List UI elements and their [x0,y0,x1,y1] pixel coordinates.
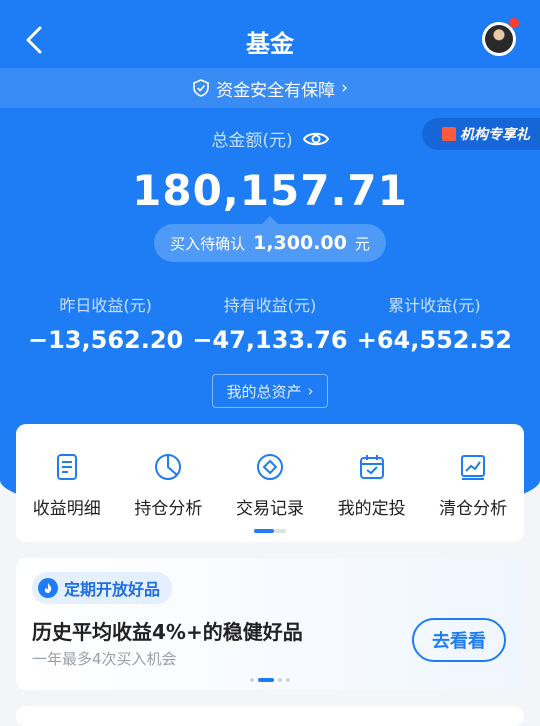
featured-card[interactable]: 定期开放好品 历史平均收益4%+的稳健好品 一年最多4次买入机会 去看看 [16,558,524,690]
view-button[interactable]: 去看看 [412,618,506,662]
nav-item-label: 清仓分析 [439,499,508,519]
pie-chart-icon [155,454,182,480]
stat-cumulative[interactable]: 累计收益(元) +64,552.52 [357,292,512,354]
document-icon [56,454,77,480]
promo-badge[interactable]: 机构专享礼 [422,118,540,150]
stat-value: −13,562.20 [28,326,184,354]
stat-label: 持有收益(元) [223,296,317,315]
nav-item-holding-analysis[interactable]: 持仓分析 [118,452,218,519]
pending-amount: 1,300.00 [253,232,347,254]
stat-yesterday[interactable]: 昨日收益(元) −13,562.20 [28,292,183,354]
earnings-stats: 昨日收益(元) −13,562.20 持有收益(元) −47,133.76 累计… [0,292,540,354]
featured-subtext: 一年最多4次买入机会 [32,650,177,668]
quick-nav-card: 收益明细 持仓分析 交易记录 我的定投 清仓分析 [16,424,524,542]
chevron-right-icon: › [307,382,314,400]
nav-item-auto-invest[interactable]: 我的定投 [322,452,422,519]
nav-item-label: 交易记录 [235,499,304,519]
nav-page-indicator [254,529,286,533]
pending-pointer [262,216,278,224]
total-assets-button[interactable]: 我的总资产 › [212,374,328,408]
chevron-right-icon: › [341,78,348,98]
safety-banner[interactable]: 资金安全有保障 › [0,68,540,108]
stat-value: +64,552.52 [356,326,512,354]
nav-item-label: 我的定投 [337,499,406,519]
pending-unit: 元 [354,234,370,253]
stat-label: 昨日收益(元) [59,296,152,315]
featured-tag: 定期开放好品 [32,572,173,604]
promo-badge-text: 机构专享礼 [460,127,530,143]
featured-tag-text: 定期开放好品 [64,580,161,599]
diamond-icon [256,454,283,480]
total-amount: 180,157.71 [132,166,408,215]
nav-item-label: 收益明细 [32,499,101,519]
stat-holding[interactable]: 持有收益(元) −47,133.76 [192,292,347,354]
total-label: 总金额(元) [211,131,293,151]
next-card-peek [16,706,524,726]
stat-label: 累计收益(元) [388,296,481,315]
stat-value: −47,133.76 [192,326,348,354]
page-title: 基金 [246,30,294,58]
pending-confirm-pill[interactable]: 买入待确认 1,300.00 元 [154,224,386,262]
trend-chart-icon [461,455,486,480]
pending-label: 买入待确认 [170,234,246,253]
nav-item-clearance-analysis[interactable]: 清仓分析 [423,452,523,519]
flame-icon [38,578,58,598]
featured-page-indicator [250,678,290,682]
nav-item-earnings-detail[interactable]: 收益明细 [17,452,117,519]
nav-item-label: 持仓分析 [134,499,203,519]
calendar-check-icon [359,455,384,479]
notification-dot [509,18,519,28]
total-assets-label: 我的总资产 [226,382,302,401]
safety-text: 资金安全有保障 [216,80,336,101]
featured-headline: 历史平均收益4%+的稳健好品 [32,620,303,644]
nav-item-transaction-records[interactable]: 交易记录 [220,452,320,519]
gift-icon [442,127,456,141]
eye-icon[interactable] [302,130,329,148]
shield-check-icon [193,79,209,97]
